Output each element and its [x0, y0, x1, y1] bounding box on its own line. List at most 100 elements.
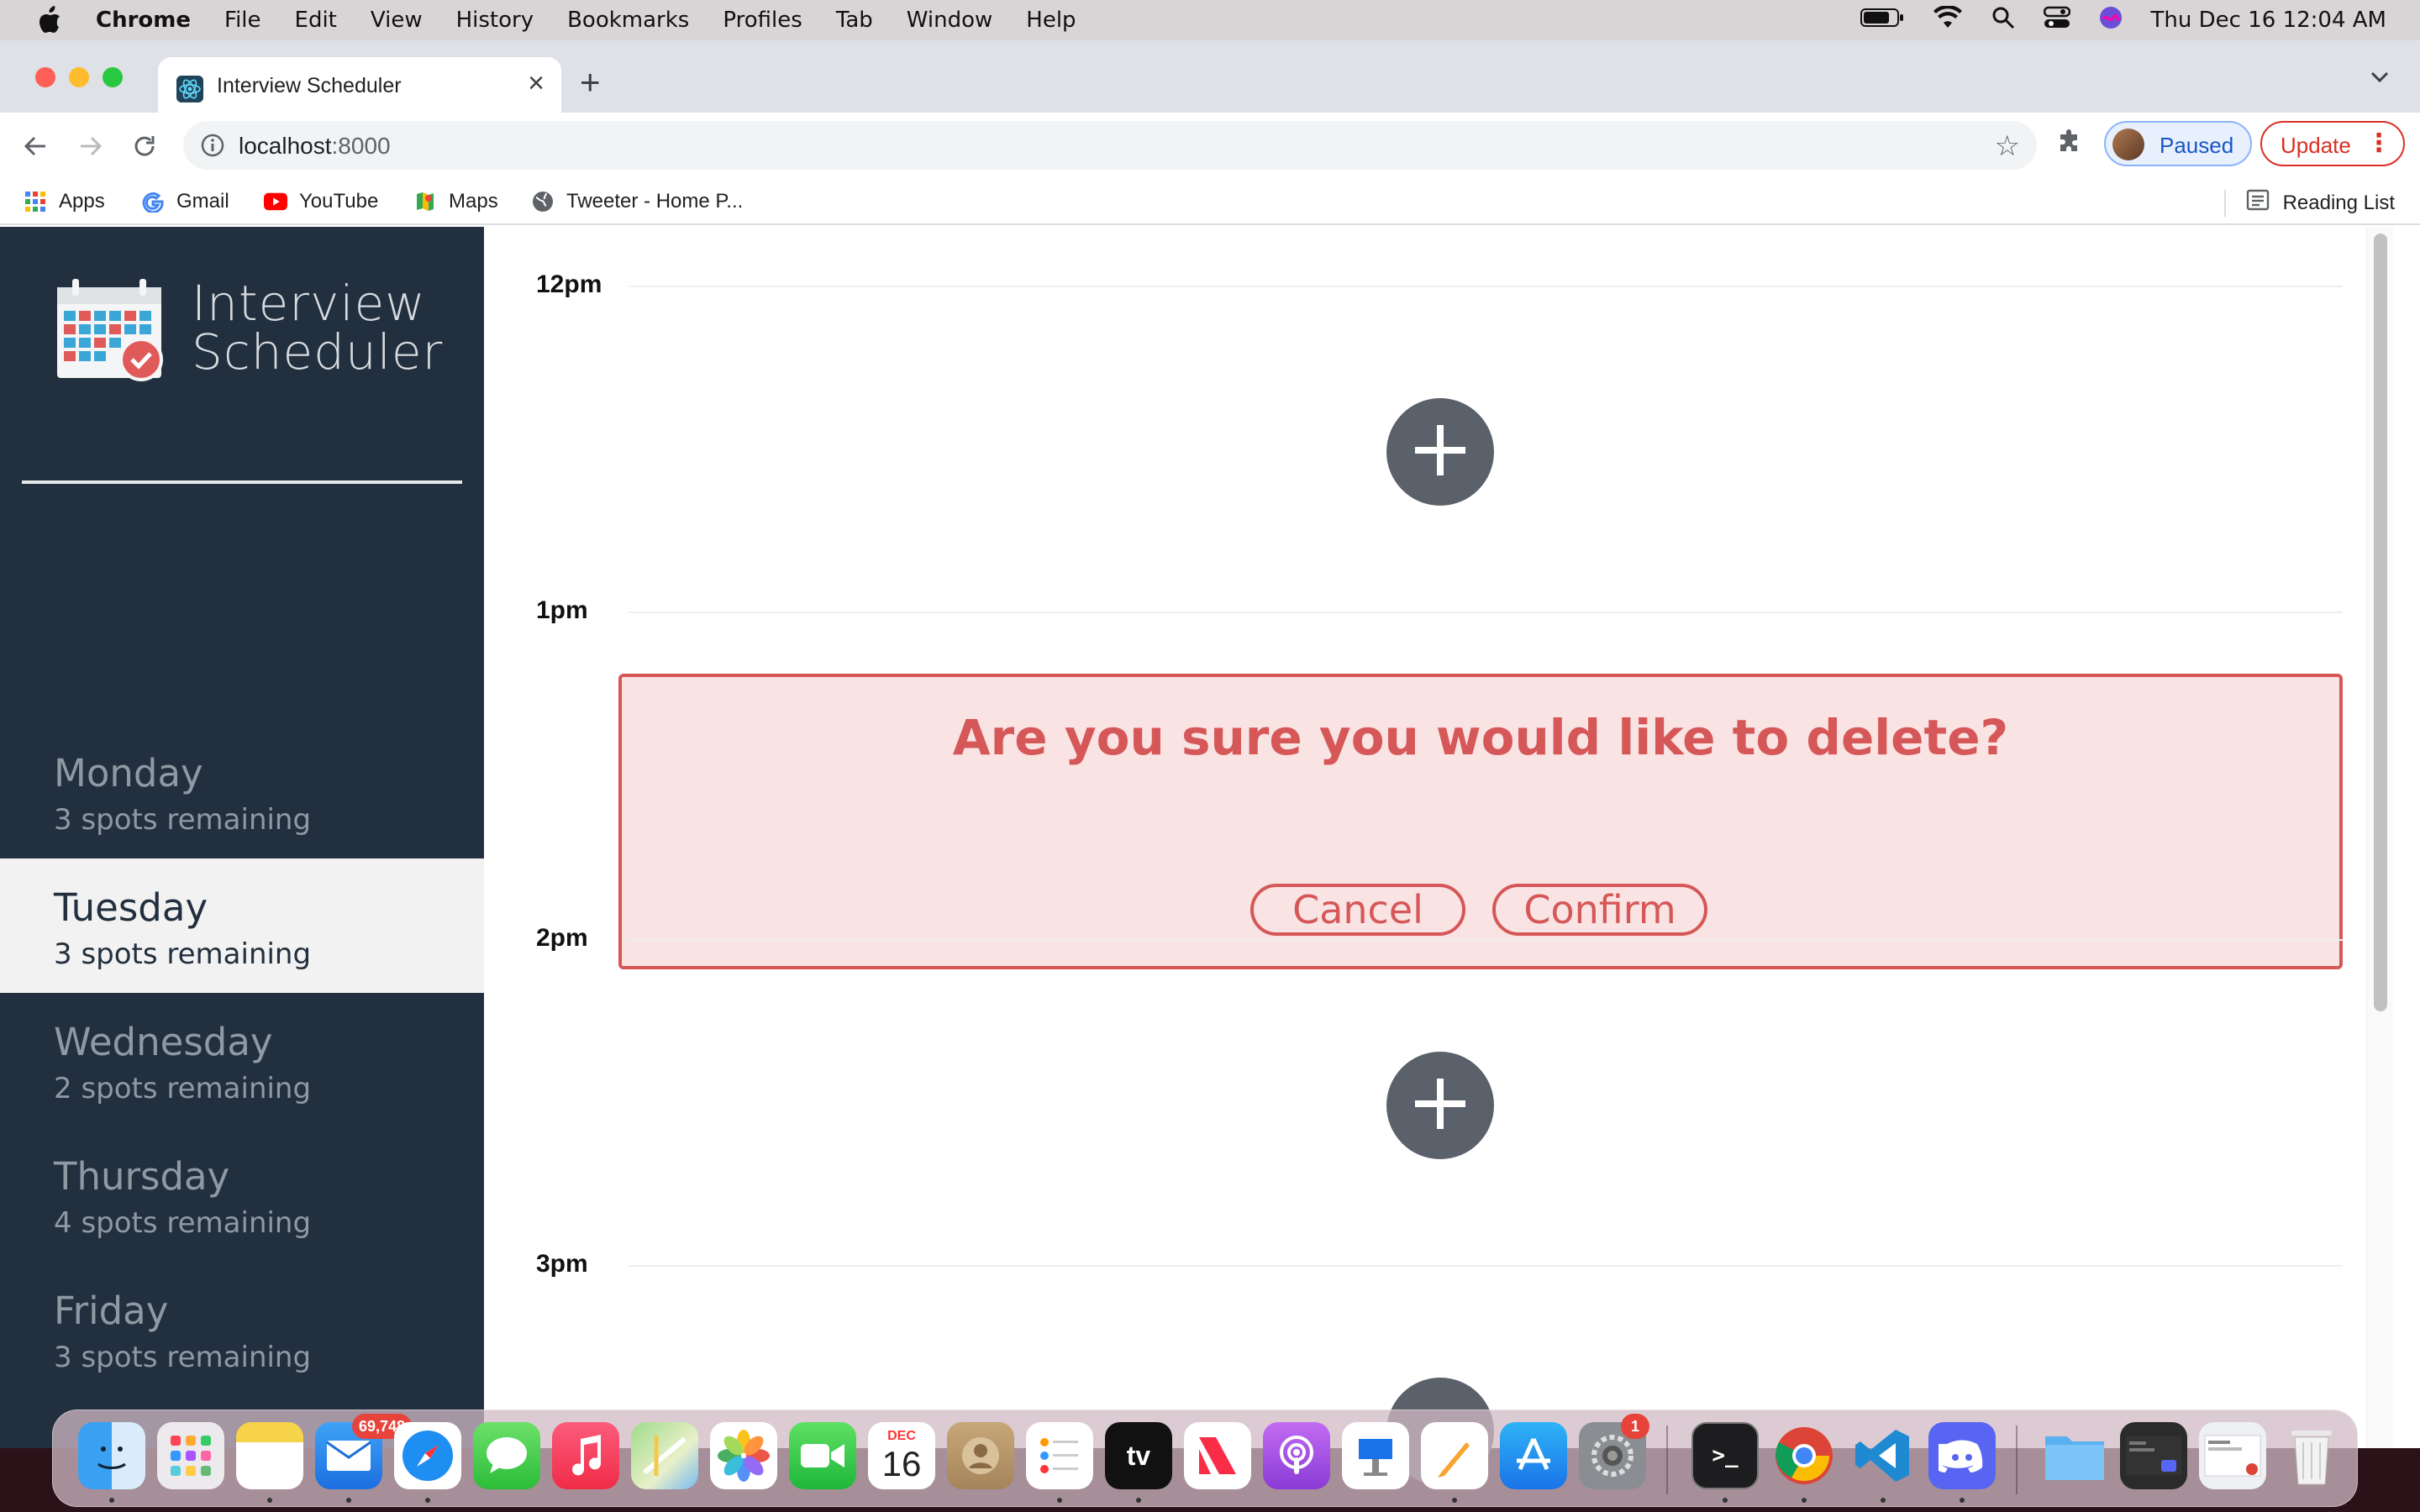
- menu-view[interactable]: View: [371, 8, 423, 33]
- downloads-folder-icon[interactable]: [2041, 1422, 2108, 1489]
- minimize-window-button[interactable]: [69, 67, 89, 87]
- bookmark-maps[interactable]: Maps: [413, 188, 498, 215]
- menu-tab[interactable]: Tab: [836, 8, 873, 33]
- menu-edit[interactable]: Edit: [295, 8, 337, 33]
- trash-icon[interactable]: [2278, 1422, 2345, 1489]
- plus-icon: [1412, 422, 1469, 483]
- contacts-icon[interactable]: [947, 1422, 1014, 1489]
- podcasts-icon[interactable]: [1263, 1422, 1330, 1489]
- bookmark-apps[interactable]: Apps: [24, 188, 105, 215]
- site-info-icon[interactable]: [200, 133, 225, 162]
- discord-icon[interactable]: [1928, 1422, 1996, 1489]
- page-scrollbar[interactable]: [2366, 227, 2393, 1448]
- running-indicator: [1057, 1498, 1062, 1503]
- mail-icon[interactable]: 69,748: [315, 1414, 413, 1489]
- new-tab-button[interactable]: +: [580, 65, 601, 100]
- reload-icon[interactable]: [126, 128, 163, 165]
- slot-time-1pm: 1pm: [536, 596, 588, 624]
- menu-window[interactable]: Window: [907, 8, 993, 33]
- maps-icon[interactable]: [631, 1422, 698, 1489]
- extensions-puzzle-icon[interactable]: [2055, 126, 2084, 159]
- chrome-icon[interactable]: [1770, 1422, 1838, 1489]
- running-indicator: [1136, 1498, 1141, 1503]
- update-button[interactable]: Update ⋮: [2260, 121, 2405, 166]
- menu-history[interactable]: History: [456, 8, 534, 33]
- day-spots: 3 spots remaining: [54, 803, 312, 837]
- tab-search-chevron-icon[interactable]: [2370, 71, 2390, 88]
- day-item-monday[interactable]: Monday 3 spots remaining: [0, 724, 484, 858]
- apple-tv-glyph: tv: [1126, 1440, 1151, 1471]
- apple-tv-icon[interactable]: tv: [1105, 1422, 1172, 1489]
- wifi-icon[interactable]: [1933, 4, 1963, 35]
- address-bar[interactable]: localhost:8000 ☆: [183, 121, 2037, 170]
- vscode-icon[interactable]: [1849, 1422, 1917, 1489]
- add-appointment-button[interactable]: [1386, 1052, 1494, 1159]
- photos-icon[interactable]: [710, 1422, 777, 1489]
- screenshot-stack-icon[interactable]: [2199, 1422, 2266, 1489]
- spotlight-search-icon[interactable]: [1991, 6, 2015, 35]
- chrome-window: Interview Scheduler × + localhost:8000 ☆: [0, 40, 2420, 1485]
- day-spots: 3 spots remaining: [54, 1341, 312, 1374]
- profile-button[interactable]: Paused: [2104, 121, 2252, 166]
- add-appointment-button[interactable]: [1386, 398, 1494, 506]
- bookmark-star-icon[interactable]: ☆: [1995, 129, 2020, 163]
- brand-divider: [22, 480, 462, 484]
- slot-separator: [629, 612, 2343, 613]
- bookmark-gmail[interactable]: Gmail: [141, 188, 229, 215]
- google-maps-icon: [413, 190, 437, 213]
- google-g-icon: [141, 190, 165, 213]
- news-icon[interactable]: [1184, 1422, 1251, 1489]
- day-item-thursday[interactable]: Thursday 4 spots remaining: [0, 1127, 484, 1262]
- facetime-icon[interactable]: [789, 1422, 856, 1489]
- keynote-icon[interactable]: [1342, 1422, 1409, 1489]
- siri-icon[interactable]: [2099, 6, 2123, 35]
- menu-app-name[interactable]: Chrome: [96, 8, 191, 33]
- recent-window-icon[interactable]: [2120, 1422, 2187, 1489]
- scrollbar-thumb[interactable]: [2374, 234, 2387, 1011]
- day-item-friday[interactable]: Friday 3 spots remaining: [0, 1262, 484, 1396]
- menu-bookmarks[interactable]: Bookmarks: [567, 8, 689, 33]
- reminders-icon[interactable]: [1026, 1422, 1093, 1489]
- menu-file[interactable]: File: [224, 8, 261, 33]
- confirm-question: Are you sure you would like to delete?: [952, 709, 2009, 766]
- menu-profiles[interactable]: Profiles: [723, 8, 802, 33]
- menu-bar-clock[interactable]: Thu Dec 16 12:04 AM: [2151, 8, 2386, 33]
- system-preferences-icon[interactable]: 1: [1579, 1414, 1649, 1489]
- active-tab[interactable]: Interview Scheduler ×: [158, 57, 561, 113]
- app-store-icon[interactable]: [1500, 1422, 1567, 1489]
- bookmark-youtube[interactable]: YouTube: [264, 188, 378, 215]
- day-item-wednesday[interactable]: Wednesday 2 spots remaining: [0, 993, 484, 1127]
- tab-close-icon[interactable]: ×: [528, 69, 544, 97]
- finder-icon[interactable]: [78, 1422, 145, 1489]
- calendar-month: DEC: [887, 1429, 916, 1443]
- confirm-button[interactable]: Confirm: [1492, 884, 1707, 936]
- terminal-icon[interactable]: >_: [1691, 1422, 1759, 1489]
- apple-logo-icon[interactable]: [37, 6, 74, 34]
- launchpad-icon[interactable]: [157, 1422, 224, 1489]
- macos-menu-bar: Chrome File Edit View History Bookmarks …: [0, 0, 2420, 40]
- bookmark-apps-label: Apps: [59, 190, 105, 213]
- battery-icon[interactable]: [1860, 8, 1904, 34]
- more-vertical-icon[interactable]: ⋮: [2366, 129, 2391, 158]
- music-icon[interactable]: [552, 1422, 619, 1489]
- messages-icon[interactable]: [473, 1422, 540, 1489]
- control-center-icon[interactable]: [2043, 6, 2070, 35]
- cancel-button[interactable]: Cancel: [1250, 884, 1465, 936]
- forward-arrow-icon[interactable]: [72, 128, 109, 165]
- pages-icon[interactable]: [1421, 1422, 1488, 1489]
- close-window-button[interactable]: [35, 67, 55, 87]
- calendar-icon[interactable]: DEC 16: [868, 1422, 935, 1489]
- menu-help[interactable]: Help: [1026, 8, 1076, 33]
- day-item-tuesday[interactable]: Tuesday 3 spots remaining: [0, 858, 484, 993]
- zoom-window-button[interactable]: [103, 67, 123, 87]
- notes-icon[interactable]: [236, 1422, 303, 1489]
- bookmarks-divider: [2223, 189, 2226, 217]
- apps-grid-icon: [24, 190, 47, 213]
- back-arrow-icon[interactable]: [17, 128, 54, 165]
- slot-separator: [629, 286, 2343, 287]
- globe-icon: [531, 190, 555, 213]
- safari-icon[interactable]: [394, 1422, 461, 1489]
- bookmark-tweeter[interactable]: Tweeter - Home P...: [531, 188, 743, 215]
- brand-line-1: Interview: [192, 275, 426, 332]
- reading-list[interactable]: Reading List: [2223, 188, 2395, 218]
